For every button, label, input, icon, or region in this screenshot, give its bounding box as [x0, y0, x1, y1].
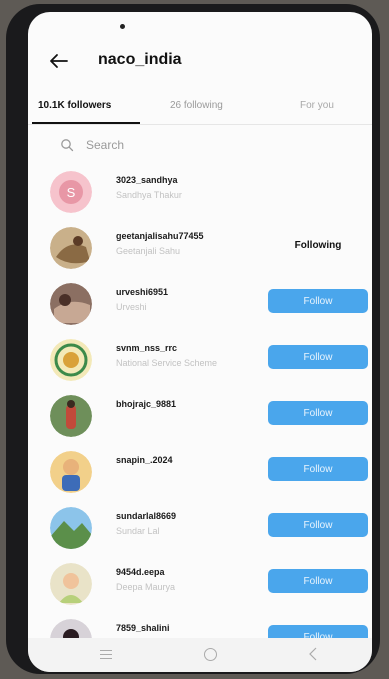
photo-avatar [50, 227, 92, 269]
follow-button[interactable]: Follow [268, 401, 368, 425]
system-nav-bar [28, 638, 372, 672]
display-name: Geetanjali Sahu [116, 246, 181, 256]
search-bar[interactable] [60, 134, 206, 156]
list-item[interactable]: snapin_.2024 Follow [28, 451, 372, 507]
follow-button[interactable]: Follow [268, 513, 368, 537]
display-name: National Service Scheme [116, 358, 218, 368]
username[interactable]: 9454d.eepa [116, 567, 165, 577]
tab-bar: 10.1K followers 26 following For you [28, 92, 372, 125]
photo-avatar [50, 283, 92, 325]
display-name: Sandhya Thakur [116, 190, 182, 200]
list-item[interactable]: svnm_nss_rrc National Service Scheme Fol… [28, 339, 372, 395]
tab-divider [28, 124, 372, 125]
list-item[interactable]: geetanjalisahu77455 Geetanjali Sahu Foll… [28, 227, 372, 283]
emblem-avatar [50, 339, 92, 381]
photo-avatar [50, 563, 92, 605]
photo-avatar [50, 395, 92, 437]
status-indicator [120, 24, 125, 29]
display-name: Deepa Maurya [116, 582, 176, 592]
username[interactable]: urveshi6951 [116, 287, 168, 297]
username[interactable]: geetanjalisahu77455 [116, 231, 204, 241]
username[interactable]: sundarlal8669 [116, 511, 176, 521]
list-item[interactable]: bhojrajc_9881 Follow [28, 395, 372, 451]
back-arrow-icon[interactable] [46, 48, 72, 74]
follow-button[interactable]: Follow [268, 457, 368, 481]
svg-text:S: S [67, 185, 76, 200]
username[interactable]: 7859_shalini [116, 623, 170, 633]
follow-button[interactable]: Follow [268, 289, 368, 313]
follow-button[interactable]: Follow [268, 569, 368, 593]
tab-following[interactable]: 26 following [170, 100, 223, 111]
username[interactable]: 3023_sandhya [116, 175, 178, 185]
username[interactable]: bhojrajc_9881 [116, 399, 176, 409]
phone-frame: naco_india 10.1K followers 26 following … [6, 4, 380, 674]
back-chevron-icon[interactable] [308, 647, 318, 661]
letter-s-avatar: S [50, 171, 92, 213]
following-button[interactable]: Following [268, 233, 368, 257]
display-name: Sundar Lal [116, 526, 160, 536]
search-input[interactable] [86, 138, 206, 152]
search-icon [61, 139, 74, 152]
username[interactable]: snapin_.2024 [116, 455, 173, 465]
photo-avatar [50, 451, 92, 493]
menu-icon[interactable] [100, 650, 112, 662]
header: naco_india [28, 42, 372, 82]
list-item[interactable]: S 3023_sandhya Sandhya Thakur [28, 171, 372, 227]
username[interactable]: svnm_nss_rrc [116, 343, 177, 353]
page-title: naco_india [98, 51, 182, 68]
list-item[interactable]: urveshi6951 Urveshi Follow [28, 283, 372, 339]
tab-for-you[interactable]: For you [300, 100, 334, 111]
tab-followers[interactable]: 10.1K followers [38, 100, 111, 111]
list-item[interactable]: sundarlal8669 Sundar Lal Follow [28, 507, 372, 563]
landscape-avatar [50, 507, 92, 549]
list-item[interactable]: 9454d.eepa Deepa Maurya Follow [28, 563, 372, 619]
home-circle-icon[interactable] [204, 648, 217, 661]
follow-button[interactable]: Follow [268, 345, 368, 369]
app-screen: naco_india 10.1K followers 26 following … [28, 12, 372, 672]
display-name: Urveshi [116, 302, 147, 312]
